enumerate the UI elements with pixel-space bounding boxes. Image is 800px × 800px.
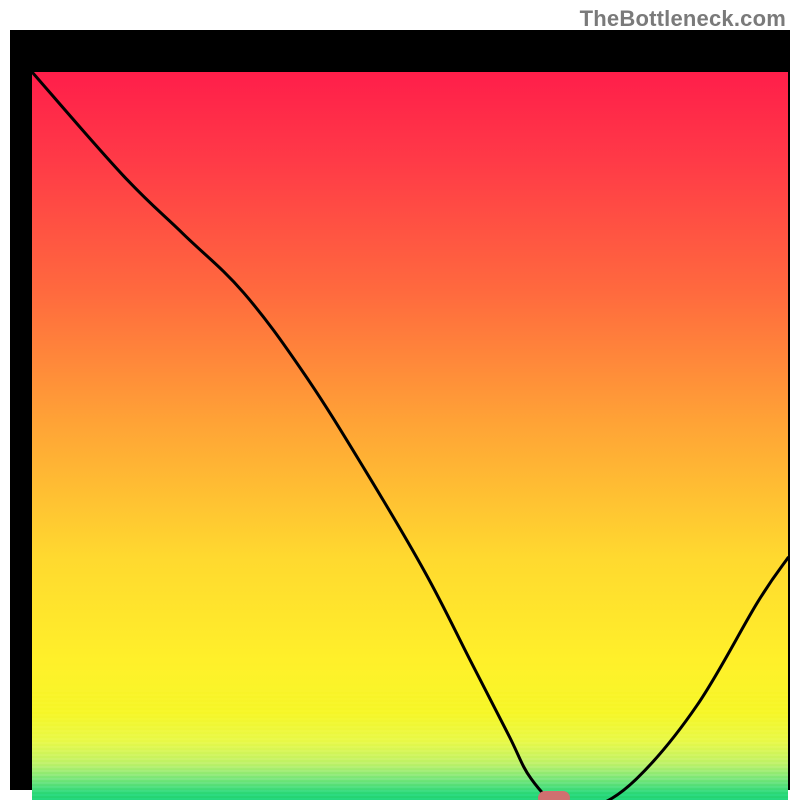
heat-gradient-background [32,72,788,800]
plot-area [32,72,788,800]
heat-gradient-main [32,72,788,800]
chart-container: { "attribution": "TheBottleneck.com", "c… [0,0,800,800]
attribution-label: TheBottleneck.com [580,6,786,32]
chart-frame [10,30,790,790]
optimum-marker [538,791,570,800]
